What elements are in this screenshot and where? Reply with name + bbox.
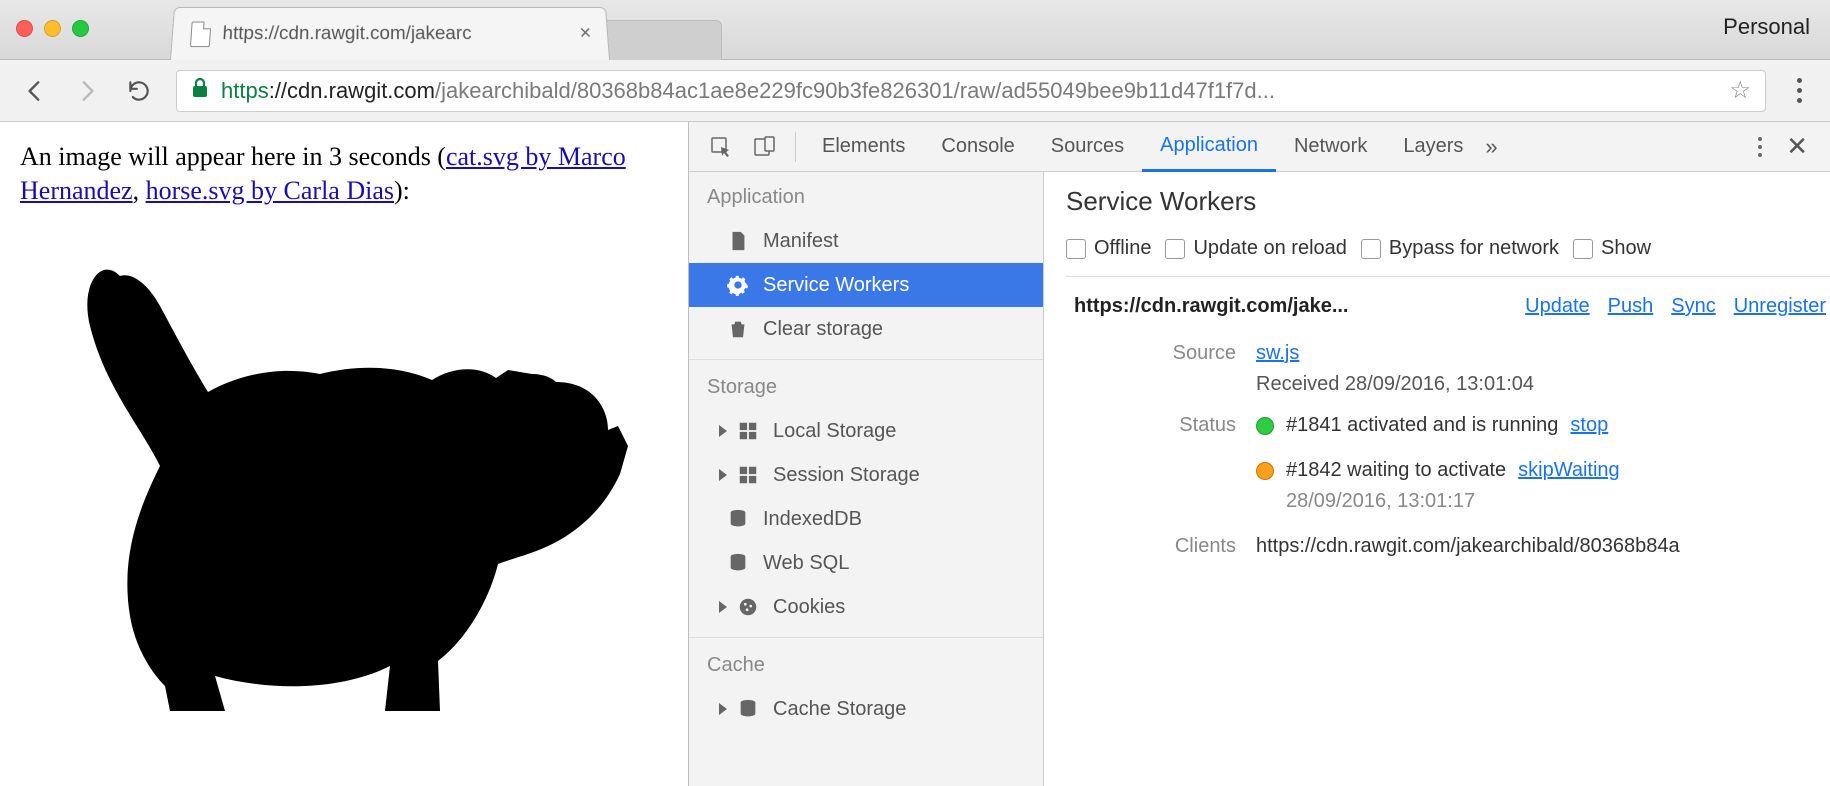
sw-status-2-time: 28/09/2016, 13:01:17 bbox=[1286, 490, 1475, 513]
sidebar-item-cookies[interactable]: Cookies bbox=[689, 585, 1043, 629]
close-window-button[interactable] bbox=[16, 20, 33, 37]
disclosure-triangle-icon[interactable] bbox=[719, 601, 727, 613]
grid-icon bbox=[737, 420, 759, 442]
reload-button[interactable] bbox=[124, 76, 154, 106]
browser-menu-button[interactable] bbox=[1788, 78, 1810, 103]
sw-options-row: Offline Update on reload Bypass for netw… bbox=[1066, 231, 1830, 277]
database-icon bbox=[737, 698, 759, 720]
devtools-sidebar: Application Manifest Service Workers Cle… bbox=[689, 172, 1044, 786]
sidebar-item-cache-storage[interactable]: Cache Storage bbox=[689, 687, 1043, 731]
panel-title: Service Workers bbox=[1066, 186, 1830, 217]
update-on-reload-checkbox[interactable]: Update on reload bbox=[1165, 237, 1346, 260]
sw-status-1: #1841 activated and is running bbox=[1286, 414, 1558, 437]
database-icon bbox=[727, 508, 749, 530]
sw-stop-link[interactable]: stop bbox=[1570, 414, 1608, 437]
sw-status-label: Status bbox=[1066, 414, 1256, 437]
offline-checkbox[interactable]: Offline bbox=[1066, 237, 1151, 260]
tab-title: https://cdn.rawgit.com/jakearc bbox=[222, 23, 568, 45]
devtools-tabbar: Elements Console Sources Application Net… bbox=[689, 122, 1830, 172]
address-bar[interactable]: https://cdn.rawgit.com/jakearchibald/803… bbox=[176, 70, 1766, 112]
show-all-checkbox[interactable]: Show bbox=[1573, 237, 1651, 260]
link-horse-svg[interactable]: horse.svg by Carla Dias bbox=[146, 176, 394, 205]
cat-image bbox=[20, 216, 668, 725]
devtools-close-icon[interactable]: ✕ bbox=[1786, 131, 1808, 162]
gear-icon bbox=[727, 274, 749, 296]
bypass-for-network-checkbox[interactable]: Bypass for network bbox=[1361, 237, 1559, 260]
cookie-icon bbox=[737, 596, 759, 618]
lock-icon bbox=[191, 78, 209, 104]
tab-application[interactable]: Application bbox=[1142, 122, 1276, 172]
sidebar-item-indexeddb[interactable]: IndexedDB bbox=[689, 497, 1043, 541]
database-icon bbox=[727, 552, 749, 574]
device-toolbar-icon[interactable] bbox=[749, 131, 781, 163]
sidebar-item-service-workers[interactable]: Service Workers bbox=[689, 263, 1043, 307]
page-text: An image will appear here in 3 seconds ( bbox=[20, 142, 446, 171]
inspect-element-icon[interactable] bbox=[705, 131, 737, 163]
disclosure-triangle-icon[interactable] bbox=[719, 425, 727, 437]
sidebar-group-cache: Cache bbox=[689, 637, 1043, 687]
sw-skipwaiting-link[interactable]: skipWaiting bbox=[1518, 459, 1620, 482]
trash-icon bbox=[727, 318, 749, 340]
sw-source-label: Source bbox=[1066, 342, 1256, 365]
service-workers-panel: Service Workers Offline Update on reload… bbox=[1044, 172, 1830, 786]
tab-network[interactable]: Network bbox=[1276, 122, 1385, 172]
sw-clients-label: Clients bbox=[1066, 535, 1256, 558]
sidebar-item-session-storage[interactable]: Session Storage bbox=[689, 453, 1043, 497]
disclosure-triangle-icon[interactable] bbox=[719, 469, 727, 481]
sidebar-item-manifest[interactable]: Manifest bbox=[689, 219, 1043, 263]
file-icon bbox=[190, 21, 212, 47]
tab-elements[interactable]: Elements bbox=[804, 122, 923, 172]
profile-label[interactable]: Personal bbox=[1723, 14, 1810, 40]
sw-push-link[interactable]: Push bbox=[1608, 295, 1654, 318]
devtools-panel: Elements Console Sources Application Net… bbox=[688, 122, 1830, 786]
tab-layers[interactable]: Layers bbox=[1385, 122, 1481, 172]
sidebar-item-websql[interactable]: Web SQL bbox=[689, 541, 1043, 585]
forward-button[interactable] bbox=[72, 76, 102, 106]
sw-clients-value: https://cdn.rawgit.com/jakearchibald/803… bbox=[1256, 535, 1680, 558]
close-tab-icon[interactable]: × bbox=[579, 23, 592, 46]
tab-sources[interactable]: Sources bbox=[1033, 122, 1142, 172]
toolbar: https://cdn.rawgit.com/jakearchibald/803… bbox=[0, 60, 1830, 122]
new-tab-button[interactable] bbox=[602, 20, 722, 60]
disclosure-triangle-icon[interactable] bbox=[719, 703, 727, 715]
minimize-window-button[interactable] bbox=[44, 20, 61, 37]
sw-update-link[interactable]: Update bbox=[1525, 295, 1590, 318]
status-dot-active-icon bbox=[1256, 417, 1274, 435]
sidebar-item-local-storage[interactable]: Local Storage bbox=[689, 409, 1043, 453]
sw-unregister-link[interactable]: Unregister bbox=[1734, 295, 1826, 318]
fullscreen-window-button[interactable] bbox=[72, 20, 89, 37]
sw-source-link[interactable]: sw.js bbox=[1256, 342, 1299, 365]
tabs-overflow-icon[interactable]: » bbox=[1485, 134, 1497, 160]
tab-console[interactable]: Console bbox=[923, 122, 1032, 172]
grid-icon bbox=[737, 464, 759, 486]
page-content: An image will appear here in 3 seconds (… bbox=[0, 122, 688, 786]
browser-tab-strip: https://cdn.rawgit.com/jakearc × Persona… bbox=[0, 0, 1830, 60]
url-text: https://cdn.rawgit.com/jakearchibald/803… bbox=[221, 78, 1275, 104]
bookmark-star-icon[interactable]: ☆ bbox=[1729, 76, 1751, 105]
status-dot-waiting-icon bbox=[1256, 462, 1274, 480]
document-icon bbox=[727, 230, 749, 252]
sw-source-received: Received 28/09/2016, 13:01:04 bbox=[1256, 373, 1534, 396]
sw-sync-link[interactable]: Sync bbox=[1671, 295, 1715, 318]
devtools-menu-button[interactable] bbox=[1758, 137, 1762, 157]
sidebar-group-application: Application bbox=[689, 172, 1043, 219]
sw-origin: https://cdn.rawgit.com/jake... bbox=[1074, 295, 1349, 318]
window-controls bbox=[16, 20, 89, 37]
browser-tab[interactable]: https://cdn.rawgit.com/jakearc × bbox=[170, 7, 610, 60]
sw-status-2: #1842 waiting to activate bbox=[1286, 459, 1506, 482]
sidebar-item-clear-storage[interactable]: Clear storage bbox=[689, 307, 1043, 351]
back-button[interactable] bbox=[20, 76, 50, 106]
sidebar-group-storage: Storage bbox=[689, 359, 1043, 409]
